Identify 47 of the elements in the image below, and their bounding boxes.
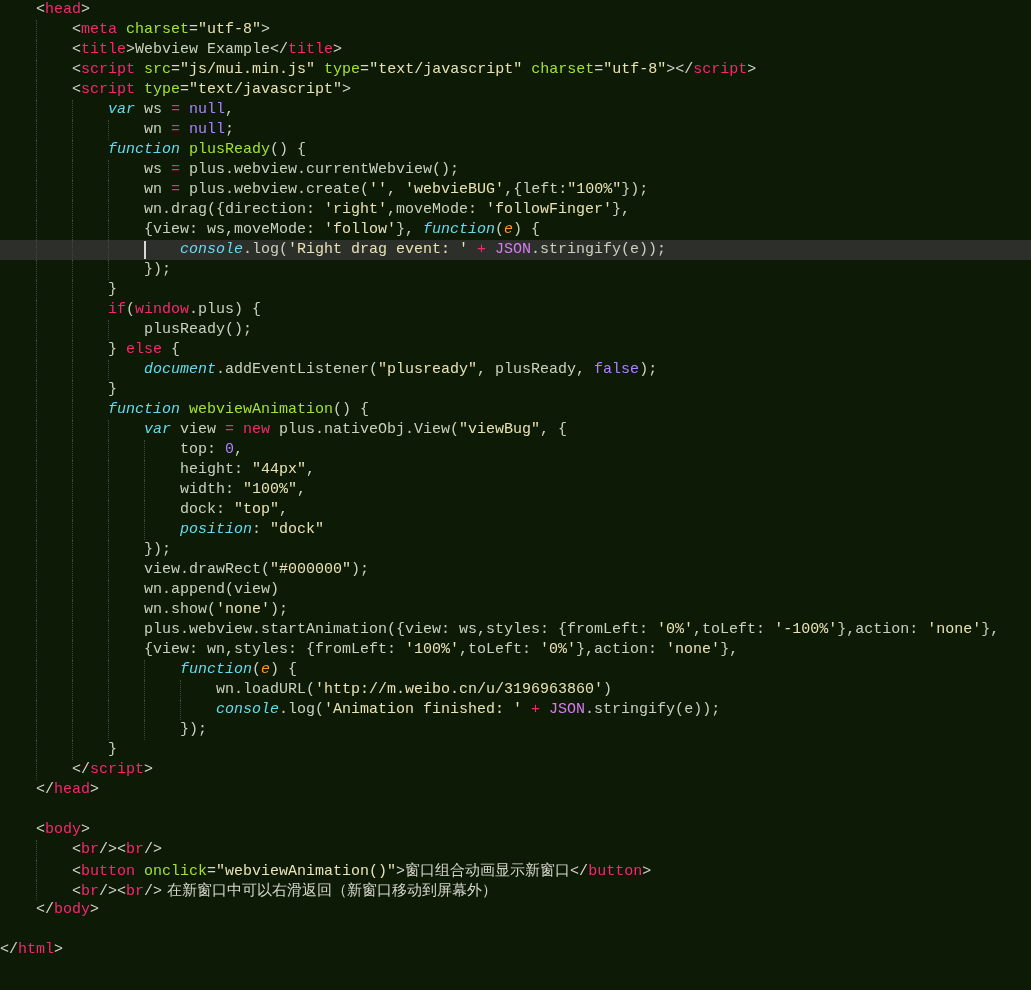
code-line: view.drawRect("#000000"); <box>144 560 370 580</box>
code-line: <title>Webview Example</title> <box>72 40 343 60</box>
code-line: }); <box>180 720 207 740</box>
code-line: }); <box>144 260 171 280</box>
code-line: width: "100%", <box>180 480 307 500</box>
code-line: document.addEventListener("plusready", plusReady, false); <box>144 360 658 380</box>
code-line: console.log('Right drag event: ' + JSON.stringify(e)); <box>180 240 667 260</box>
code-line: <br/><br/> <box>72 840 163 860</box>
code-line: <script src="js/mui.min.js" type="text/javascript" charset="utf-8"></script> <box>72 60 757 80</box>
code-line: </head> <box>36 780 100 800</box>
code-line: } else { <box>108 340 181 360</box>
code-line: wn.loadURL('http://m.weibo.cn/u/3196963860') <box>216 680 613 700</box>
code-line: height: "44px", <box>180 460 316 480</box>
code-line: var view = new plus.nativeObj.View("viewBug", { <box>144 420 568 440</box>
code-line: } <box>108 380 117 400</box>
code-line: function plusReady() { <box>108 140 307 160</box>
code-line: <meta charset="utf-8"> <box>72 20 271 40</box>
code-line: wn.drag({direction: 'right',moveMode: 'followFinger'}, <box>144 200 631 220</box>
code-line: <head> <box>36 0 91 20</box>
code-line: plus.webview.startAnimation({view: ws,styles: {fromLeft: '0%',toLeft: '-100%'},action: 'none'}, <box>144 620 1000 640</box>
code-line: wn = null; <box>144 120 235 140</box>
code-line: </script> <box>72 760 154 780</box>
code-line: <br/><br/> 在新窗口中可以右滑返回（新窗口移动到屏幕外） <box>72 880 497 900</box>
code-line: </body> <box>36 900 100 920</box>
code-line: function(e) { <box>180 660 298 680</box>
code-line: position: "dock" <box>180 520 325 540</box>
code-line: <body> <box>36 820 91 840</box>
code-line: {view: ws,moveMode: 'follow'}, function(e) { <box>144 220 541 240</box>
code-line: {view: wn,styles: {fromLeft: '100%',toLeft: '0%'},action: 'none'}, <box>144 640 739 660</box>
code-line: } <box>108 740 117 760</box>
code-line: if(window.plus) { <box>108 300 262 320</box>
code-line: } <box>108 280 117 300</box>
text-cursor <box>144 241 146 259</box>
code-line: </html> <box>0 940 64 960</box>
code-line: function webviewAnimation() { <box>108 400 370 420</box>
code-line: wn = plus.webview.create('', 'webvieBUG',{left:"100%"}); <box>144 180 649 200</box>
code-line: ws = plus.webview.currentWebview(); <box>144 160 460 180</box>
code-line: dock: "top", <box>180 500 289 520</box>
code-line: plusReady(); <box>144 320 253 340</box>
code-line: <button onclick="webviewAnimation()">窗口组合动画显示新窗口</button> <box>72 860 652 880</box>
code-line: var ws = null, <box>108 100 235 120</box>
code-line: wn.append(view) <box>144 580 280 600</box>
code-line: wn.show('none'); <box>144 600 289 620</box>
code-line: <script type="text/javascript"> <box>72 80 352 100</box>
code-line: }); <box>144 540 171 560</box>
code-line: top: 0, <box>180 440 244 460</box>
code-line: console.log('Animation finished: ' + JSON.stringify(e)); <box>216 700 721 720</box>
